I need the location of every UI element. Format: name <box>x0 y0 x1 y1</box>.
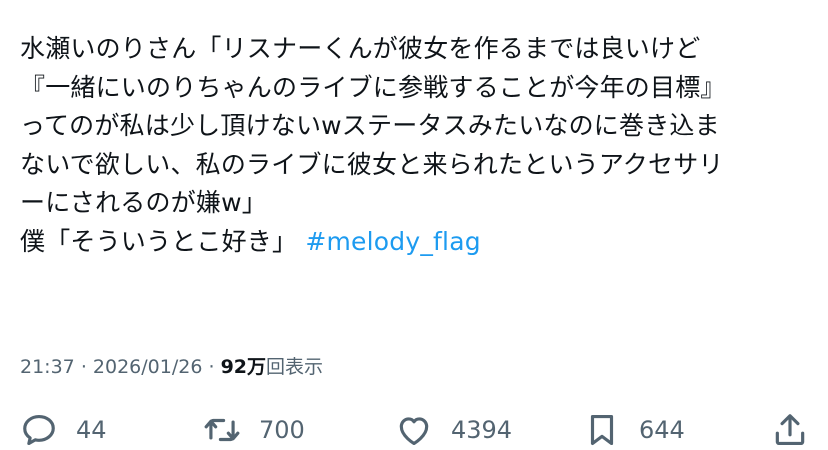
tweet-meta: 21:37 · 2026/01/26 · 92万回表示 <box>20 352 323 379</box>
reply-button[interactable]: 44 <box>20 408 107 450</box>
tweet-line: 水瀬いのりさん「リスナーくんが彼女を作るまでは良いけど <box>20 34 701 63</box>
tweet-line: ないで欲しい、私のライブに彼女と来られたというアクセサリ <box>20 149 724 179</box>
action-bar: 44 700 4394 644 <box>0 408 828 450</box>
tweet-line: ーにされるのが嫌w」 <box>20 188 267 217</box>
tweet-time[interactable]: 21:37 <box>20 356 75 378</box>
heart-icon <box>399 417 429 446</box>
tweet-text: 水瀬いのりさん「リスナーくんが彼女を作るまでは良いけど 『一緒にいのりちゃんのラ… <box>20 30 815 261</box>
bookmark-button[interactable]: 644 <box>583 408 685 450</box>
retweet-icon <box>204 418 240 442</box>
like-button[interactable]: 4394 <box>395 408 512 450</box>
meta-separator: · <box>208 356 215 378</box>
tweet-quote: 僕「そういうとこ好き」 <box>20 226 298 256</box>
reply-icon <box>23 414 55 446</box>
share-icon <box>775 414 805 446</box>
views-label: 回表示 <box>266 356 324 378</box>
share-button[interactable] <box>771 408 809 450</box>
retweet-count: 700 <box>259 416 305 444</box>
bookmark-count: 644 <box>639 416 685 444</box>
tweet-line: ってのが私は少し頂けないwステータスみたいなのに巻き込ま <box>20 111 720 140</box>
views-count: 92万 <box>220 356 267 378</box>
tweet-last-line: 僕「そういうとこ好き」 #melody_flag <box>20 223 815 262</box>
tweet-date[interactable]: 2026/01/26 <box>93 356 203 378</box>
like-count: 4394 <box>451 416 513 444</box>
meta-separator: · <box>80 356 87 378</box>
retweet-button[interactable]: 700 <box>203 408 305 450</box>
reply-count: 44 <box>76 416 107 444</box>
tweet-line: 『一緒にいのりちゃんのライブに参戦することが今年の目標』 <box>20 72 726 102</box>
hashtag-link[interactable]: #melody_flag <box>305 227 480 256</box>
bookmark-icon <box>590 414 614 446</box>
